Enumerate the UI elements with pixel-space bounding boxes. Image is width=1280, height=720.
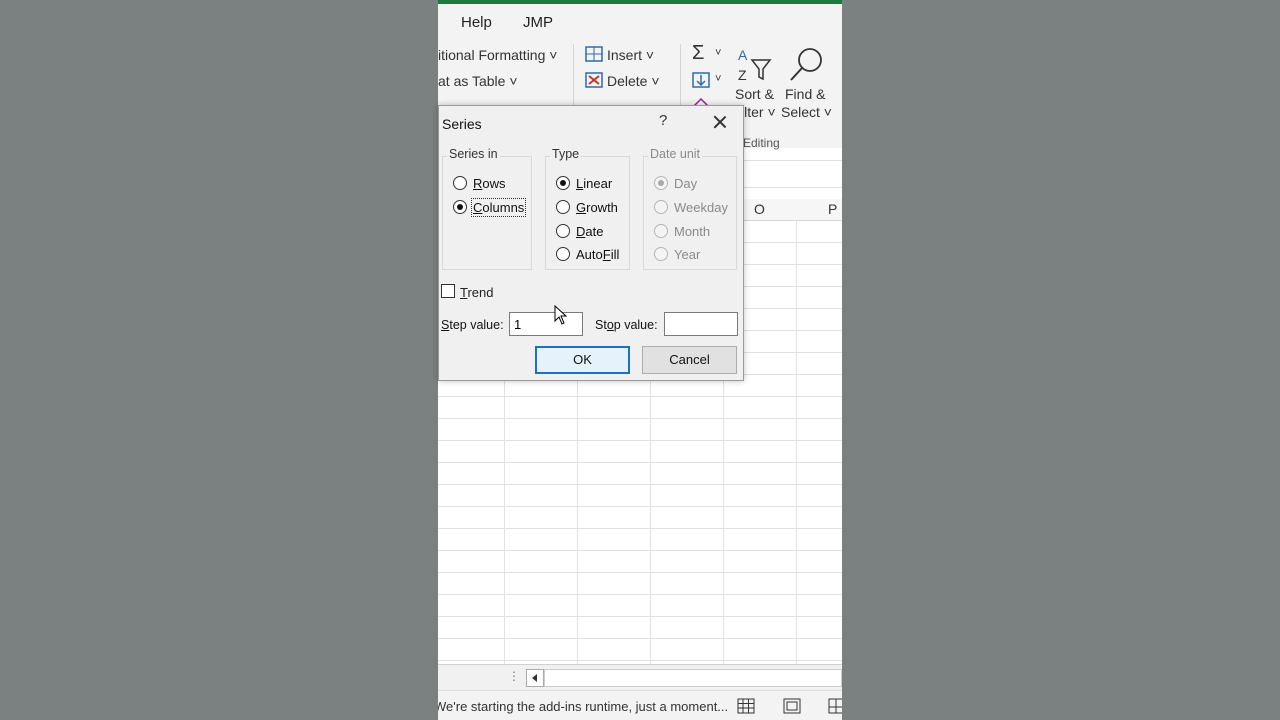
series-in-group: Series in Rows Columns [442,147,532,270]
help-button[interactable]: ? [659,112,667,129]
step-value-label: Step value: [441,318,504,332]
chevron-down-icon[interactable]: ˅ [715,73,721,85]
trend-label: Trend [460,285,494,300]
sort-filter-button[interactable]: Sort & [735,86,774,102]
type-legend: Type [550,147,582,161]
conditional-formatting-button[interactable]: itional Formatting ˅ [438,47,557,63]
radio-button[interactable] [453,200,467,214]
series-dialog: Series ? Series in Rows Columns Type Lin… [438,105,744,381]
insert-button[interactable]: Insert ˅ [607,47,654,63]
status-message: We're starting the add-ins runtime, just… [438,699,729,714]
trend-checkbox[interactable] [441,284,455,298]
tab-jmp[interactable]: JMP [523,14,553,31]
grid-line [438,550,842,551]
normal-view-icon[interactable] [737,698,755,714]
sheet-tab-bar: ⋮ [438,664,842,691]
radio-button[interactable] [556,224,570,238]
grid-line [438,616,842,617]
insert-cells-icon [585,46,603,62]
stop-value-label: Stop value: [595,318,658,332]
radio-button [654,247,668,261]
radio-label: Day [674,176,698,191]
grid-line [438,418,842,419]
step-value-input[interactable] [509,312,583,336]
radio-label: AutoFill [576,247,620,262]
sort-filter-icon: A Z [738,47,772,83]
cancel-button[interactable]: Cancel [642,346,737,374]
tab-help[interactable]: Help [461,14,492,31]
page-break-view-icon[interactable] [828,698,842,714]
radio-button [654,176,668,190]
grid-line [438,638,842,639]
horizontal-scrollbar[interactable] [544,669,842,687]
radio-label: Columns [470,198,527,217]
grid-line [438,440,842,441]
date-unit-group: Date unit Day Weekday Month Year [643,147,737,270]
grid-line [438,396,842,397]
column-header-p[interactable]: P [828,201,837,217]
find-select-button[interactable]: Find & [785,86,825,102]
radio-label: Month [674,224,711,239]
radio-button[interactable] [453,176,467,190]
autosum-icon[interactable]: Σ [692,42,704,65]
delete-button[interactable]: Delete ˅ [607,73,660,89]
grid-line [438,462,842,463]
page-layout-view-icon[interactable] [783,698,801,714]
svg-text:A: A [738,47,748,63]
grid-line [438,528,842,529]
splitter-handle-icon[interactable]: ⋮ [508,669,520,683]
radio-label: Year [674,247,701,262]
sort-filter-button-line2[interactable]: ilter ˅ [741,104,776,120]
radio-button [654,224,668,238]
chevron-down-icon[interactable]: ˅ [715,47,721,59]
delete-cells-icon [585,72,603,88]
type-group: Type Linear Growth Date AutoFill [545,147,630,270]
status-bar: We're starting the add-ins runtime, just… [438,690,842,720]
radio-button[interactable] [556,176,570,190]
radio-button[interactable] [556,200,570,214]
grid-line [438,594,842,595]
find-select-button-line2[interactable]: Select ˅ [781,104,832,120]
grid-line [438,484,842,485]
radio-button[interactable] [556,247,570,261]
triangle-left-icon [532,674,537,682]
format-as-table-button[interactable]: at as Table ˅ [438,73,518,89]
magnifier-icon [790,48,822,81]
editing-group-label: Editing [743,136,780,150]
stop-value-input[interactable] [664,312,738,336]
dialog-title: Series [442,116,482,132]
radio-label: Weekday [674,200,728,215]
radio-button [654,200,668,214]
svg-text:Z: Z [738,67,747,83]
radio-label: Linear [576,176,613,191]
grid-line [438,506,842,507]
series-in-legend: Series in [447,147,500,161]
ok-button[interactable]: OK [535,346,630,374]
grid-line [438,572,842,573]
date-unit-legend: Date unit [648,147,703,161]
radio-label: Growth [576,200,618,215]
fill-icon[interactable] [692,72,710,88]
radio-label: Date [576,224,604,239]
radio-label: Rows [473,176,506,191]
column-header-o[interactable]: O [754,201,765,217]
mouse-pointer-icon [554,305,568,325]
grid-line [438,660,842,661]
scroll-left-button[interactable] [526,669,544,687]
close-icon[interactable] [709,112,731,132]
